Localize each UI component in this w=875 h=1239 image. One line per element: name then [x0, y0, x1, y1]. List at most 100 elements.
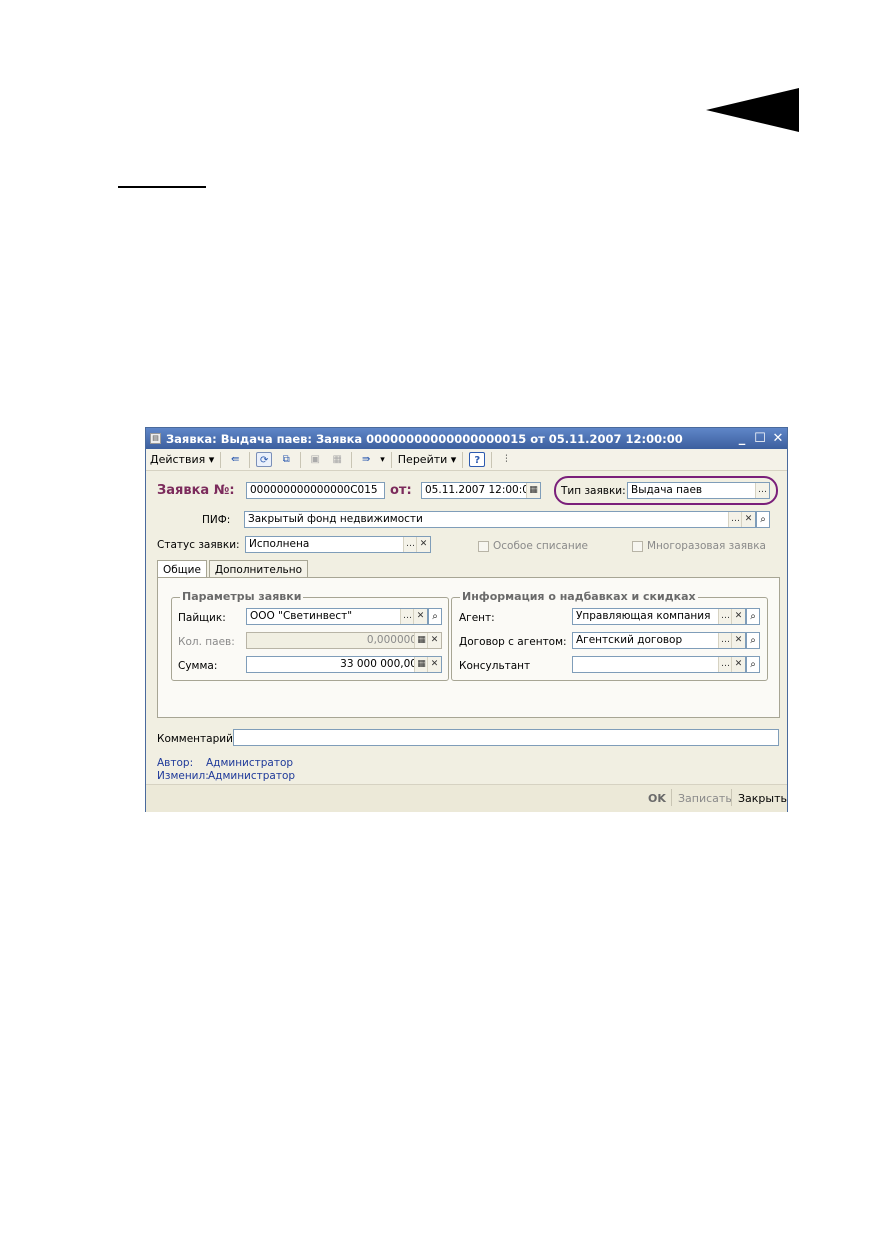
- consultant-field[interactable]: … ✕: [572, 656, 746, 673]
- open-search-icon[interactable]: ⌕: [756, 511, 770, 528]
- author-link[interactable]: Администратор: [206, 757, 293, 769]
- maximize-button[interactable]: ☐: [751, 431, 769, 446]
- type-field[interactable]: Выдача паев …: [627, 482, 770, 499]
- goto-menu[interactable]: Перейти ▾: [398, 453, 457, 466]
- select-ellipsis-icon[interactable]: …: [718, 633, 732, 648]
- window-title: Заявка: Выдача паев: Заявка 000000000000…: [166, 431, 683, 446]
- title-bar: ▤ Заявка: Выдача паев: Заявка 0000000000…: [146, 428, 787, 449]
- date-value: 05.11.2007 12:00:00: [425, 484, 536, 496]
- status-value: Исполнена: [249, 538, 310, 550]
- sum-label: Сумма:: [178, 660, 218, 672]
- contract-field[interactable]: Агентский договор … ✕: [572, 632, 746, 649]
- page-rule: [118, 186, 206, 188]
- units-label: Кол. паев:: [178, 636, 235, 648]
- units-value: 0,000000: [366, 634, 417, 646]
- select-ellipsis-icon[interactable]: …: [755, 483, 769, 498]
- calendar-icon[interactable]: ▦: [526, 483, 540, 498]
- open-search-icon[interactable]: ⌕: [746, 656, 760, 673]
- tab-panel: Параметры заявки Пайщик: ООО "Светинвест…: [157, 577, 780, 718]
- pif-field[interactable]: Закрытый фонд недвижимости … ✕: [244, 511, 756, 528]
- form-icon: ▤: [150, 433, 161, 444]
- open-search-icon[interactable]: ⌕: [746, 608, 760, 625]
- type-value: Выдача паев: [631, 484, 703, 496]
- button-divider: [731, 789, 732, 806]
- special-writeoff-label: Особое списание: [493, 540, 588, 552]
- agent-field[interactable]: Управляющая компания … ✕: [572, 608, 746, 625]
- type-label: Тип заявки:: [561, 485, 626, 497]
- clear-icon[interactable]: ✕: [427, 657, 441, 672]
- refresh-icon[interactable]: ⟳: [256, 452, 273, 467]
- pif-value: Закрытый фонд недвижимости: [248, 513, 423, 525]
- date-field[interactable]: 05.11.2007 12:00:00 ▦: [421, 482, 541, 499]
- holder-field[interactable]: ООО "Светинвест" … ✕: [246, 608, 428, 625]
- multi-label: Многоразовая заявка: [647, 540, 766, 552]
- close-window-button[interactable]: ✕: [769, 431, 787, 446]
- clear-icon[interactable]: ✕: [413, 609, 427, 624]
- number-field[interactable]: 000000000000000C015: [246, 482, 385, 499]
- agent-value: Управляющая компания: [576, 610, 711, 622]
- author-label: Автор:: [157, 757, 194, 769]
- toolbar-separator: [220, 451, 222, 468]
- close-button[interactable]: Закрыть: [738, 792, 787, 805]
- sum-field[interactable]: 33 000 000,00 ▦ ✕: [246, 656, 442, 673]
- clear-icon[interactable]: ✕: [416, 537, 430, 552]
- ok-button[interactable]: OK: [648, 792, 666, 805]
- toolbar-separator: [491, 451, 493, 468]
- sum-value: 33 000 000,00: [340, 658, 417, 670]
- changed-label: Изменил:: [157, 770, 209, 782]
- date-label: от:: [390, 483, 412, 498]
- contract-value: Агентский договор: [576, 634, 683, 646]
- params-group-title: Параметры заявки: [180, 590, 304, 603]
- special-writeoff-checkbox[interactable]: [478, 541, 489, 552]
- open-search-icon[interactable]: ⌕: [746, 632, 760, 649]
- calculator-icon[interactable]: ▦: [414, 657, 428, 672]
- toolbar: Действия ▾ ⇚ ⟳ ⧉ ▣ ▦ ⇛ ▾ Перейти ▾ ? ⫶: [146, 449, 787, 471]
- select-ellipsis-icon[interactable]: …: [403, 537, 417, 552]
- document-window: ▤ Заявка: Выдача паев: Заявка 0000000000…: [145, 427, 788, 812]
- post-icon[interactable]: ⇚: [227, 452, 243, 467]
- toolbar-separator: [249, 451, 251, 468]
- open-search-icon[interactable]: ⌕: [428, 608, 442, 625]
- actions-menu[interactable]: Действия ▾: [150, 453, 214, 466]
- select-ellipsis-icon[interactable]: …: [728, 512, 742, 527]
- changed-link[interactable]: Администратор: [208, 770, 295, 782]
- clear-icon[interactable]: ✕: [731, 657, 745, 672]
- print-icon: ▦: [332, 454, 342, 465]
- clear-icon[interactable]: ✕: [731, 633, 745, 648]
- units-field: 0,000000 ▦ ✕: [246, 632, 442, 649]
- info-group-title: Информация о надбавках и скидках: [460, 590, 698, 603]
- help-icon[interactable]: ?: [469, 452, 486, 467]
- back-arrow-icon: [706, 88, 799, 132]
- holder-value: ООО "Светинвест": [250, 610, 353, 622]
- calculator-icon: ▦: [414, 633, 428, 648]
- minimize-button[interactable]: _: [733, 431, 751, 446]
- multi-checkbox[interactable]: [632, 541, 643, 552]
- clear-icon[interactable]: ✕: [741, 512, 755, 527]
- create-dropdown-icon[interactable]: ▾: [380, 455, 385, 465]
- select-ellipsis-icon[interactable]: …: [718, 609, 732, 624]
- save-button[interactable]: Записать: [678, 792, 732, 805]
- info-group: Информация о надбавках и скидках Агент: …: [451, 590, 768, 681]
- clear-icon[interactable]: ✕: [731, 609, 745, 624]
- select-ellipsis-icon[interactable]: …: [400, 609, 414, 624]
- comment-field[interactable]: [233, 729, 779, 746]
- comment-label: Комментарий:: [157, 733, 237, 745]
- toolbar-separator: [390, 451, 392, 468]
- params-group: Параметры заявки Пайщик: ООО "Светинвест…: [171, 590, 449, 681]
- create-based-on-icon[interactable]: ⇛: [358, 452, 374, 467]
- copy-icon[interactable]: ⧉: [278, 452, 294, 467]
- actions-menu-label: Действия: [150, 453, 206, 466]
- holder-label: Пайщик:: [178, 612, 226, 624]
- structure-icon[interactable]: ⫶: [498, 452, 514, 467]
- command-bar: OK Записать Закрыть: [146, 784, 787, 812]
- number-label: Заявка №:: [157, 483, 235, 498]
- button-divider: [671, 789, 672, 806]
- tab-strip: Общие Дополнительно: [157, 560, 310, 579]
- status-label: Статус заявки:: [157, 539, 240, 551]
- clear-icon: ✕: [427, 633, 441, 648]
- select-ellipsis-icon[interactable]: …: [718, 657, 732, 672]
- contract-label: Договор с агентом:: [459, 636, 567, 648]
- toolbar-separator: [351, 451, 353, 468]
- status-field[interactable]: Исполнена … ✕: [245, 536, 431, 553]
- agent-label: Агент:: [459, 612, 495, 624]
